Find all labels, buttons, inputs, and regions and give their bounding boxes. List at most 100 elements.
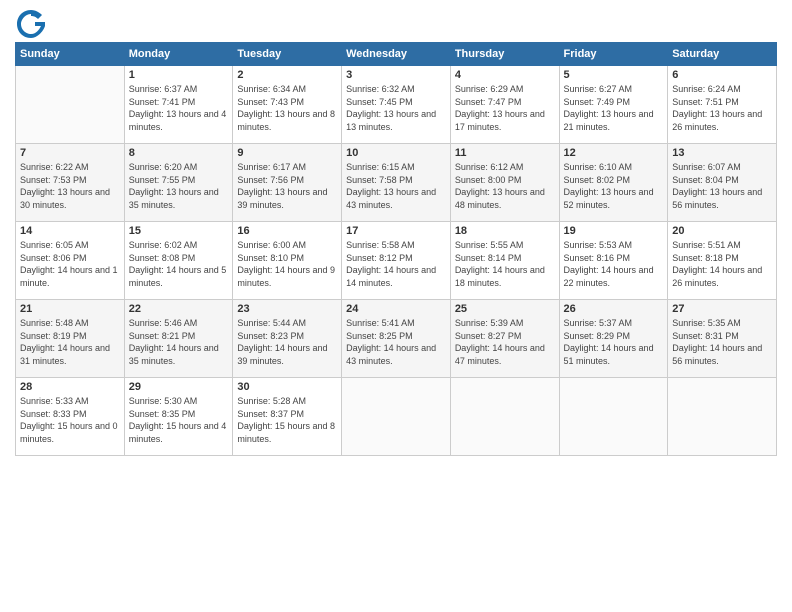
calendar-cell: 19Sunrise: 5:53 AMSunset: 8:16 PMDayligh… xyxy=(559,222,668,300)
day-info: Sunrise: 5:51 AMSunset: 8:18 PMDaylight:… xyxy=(672,239,772,289)
calendar-cell: 7Sunrise: 6:22 AMSunset: 7:53 PMDaylight… xyxy=(16,144,125,222)
day-number: 24 xyxy=(346,303,446,315)
logo-icon xyxy=(17,10,45,38)
calendar-cell: 10Sunrise: 6:15 AMSunset: 7:58 PMDayligh… xyxy=(342,144,451,222)
col-wednesday: Wednesday xyxy=(342,43,451,66)
day-info: Sunrise: 5:46 AMSunset: 8:21 PMDaylight:… xyxy=(129,317,229,367)
day-number: 6 xyxy=(672,69,772,81)
calendar-cell: 24 Sunrise: 5:41 AMSunset: 8:25 PMDayligh… xyxy=(342,300,451,378)
calendar-cell xyxy=(668,378,777,456)
day-number: 22 xyxy=(129,303,229,315)
day-info: Sunrise: 5:48 AMSunset: 8:19 PMDaylight:… xyxy=(20,317,120,367)
col-sunday: Sunday xyxy=(16,43,125,66)
calendar-week-row: 21 Sunrise: 5:48 AMSunset: 8:19 PMDayligh… xyxy=(16,300,777,378)
calendar-cell: 5 Sunrise: 6:27 AMSunset: 7:49 PMDaylight… xyxy=(559,66,668,144)
day-info: Sunrise: 6:17 AMSunset: 7:56 PMDaylight:… xyxy=(237,161,337,211)
day-number: 5 xyxy=(564,69,664,81)
day-info: Sunrise: 6:00 AMSunset: 8:10 PMDaylight:… xyxy=(237,239,337,289)
day-number: 3 xyxy=(346,69,446,81)
calendar-cell xyxy=(450,378,559,456)
calendar-week-row: 28 Sunrise: 5:33 AMSunset: 8:33 PMDayligh… xyxy=(16,378,777,456)
col-saturday: Saturday xyxy=(668,43,777,66)
calendar-cell: 16Sunrise: 6:00 AMSunset: 8:10 PMDayligh… xyxy=(233,222,342,300)
day-number: 25 xyxy=(455,303,555,315)
day-number: 1 xyxy=(129,69,229,81)
day-number: 8 xyxy=(129,147,229,159)
calendar-week-row: 1 Sunrise: 6:37 AMSunset: 7:41 PMDaylight… xyxy=(16,66,777,144)
day-number: 26 xyxy=(564,303,664,315)
calendar-cell: 27 Sunrise: 5:35 AMSunset: 8:31 PMDayligh… xyxy=(668,300,777,378)
day-info: Sunrise: 5:58 AMSunset: 8:12 PMDaylight:… xyxy=(346,239,446,289)
calendar-cell: 1 Sunrise: 6:37 AMSunset: 7:41 PMDaylight… xyxy=(124,66,233,144)
day-number: 4 xyxy=(455,69,555,81)
day-info: Sunrise: 6:29 AMSunset: 7:47 PMDaylight:… xyxy=(455,83,555,133)
col-tuesday: Tuesday xyxy=(233,43,342,66)
calendar-body: 1 Sunrise: 6:37 AMSunset: 7:41 PMDaylight… xyxy=(16,66,777,456)
day-info: Sunrise: 5:33 AMSunset: 8:33 PMDaylight:… xyxy=(20,395,120,445)
day-number: 29 xyxy=(129,381,229,393)
day-info: Sunrise: 6:10 AMSunset: 8:02 PMDaylight:… xyxy=(564,161,664,211)
calendar-cell: 14Sunrise: 6:05 AMSunset: 8:06 PMDayligh… xyxy=(16,222,125,300)
calendar-cell: 4 Sunrise: 6:29 AMSunset: 7:47 PMDaylight… xyxy=(450,66,559,144)
day-number: 11 xyxy=(455,147,555,159)
day-info: Sunrise: 6:34 AMSunset: 7:43 PMDaylight:… xyxy=(237,83,337,133)
day-info: Sunrise: 6:22 AMSunset: 7:53 PMDaylight:… xyxy=(20,161,120,211)
calendar-cell: 8 Sunrise: 6:20 AMSunset: 7:55 PMDaylight… xyxy=(124,144,233,222)
day-info: Sunrise: 5:41 AMSunset: 8:25 PMDaylight:… xyxy=(346,317,446,367)
calendar-cell: 23Sunrise: 5:44 AMSunset: 8:23 PMDayligh… xyxy=(233,300,342,378)
calendar-cell: 15 Sunrise: 6:02 AMSunset: 8:08 PMDayligh… xyxy=(124,222,233,300)
calendar-cell: 26 Sunrise: 5:37 AMSunset: 8:29 PMDayligh… xyxy=(559,300,668,378)
day-info: Sunrise: 5:39 AMSunset: 8:27 PMDaylight:… xyxy=(455,317,555,367)
day-info: Sunrise: 5:55 AMSunset: 8:14 PMDaylight:… xyxy=(455,239,555,289)
day-number: 28 xyxy=(20,381,120,393)
logo xyxy=(15,10,45,38)
day-info: Sunrise: 6:05 AMSunset: 8:06 PMDaylight:… xyxy=(20,239,120,289)
day-info: Sunrise: 5:53 AMSunset: 8:16 PMDaylight:… xyxy=(564,239,664,289)
calendar-cell: 2 Sunrise: 6:34 AMSunset: 7:43 PMDaylight… xyxy=(233,66,342,144)
calendar-cell xyxy=(16,66,125,144)
calendar-cell: 28 Sunrise: 5:33 AMSunset: 8:33 PMDayligh… xyxy=(16,378,125,456)
calendar-cell: 12Sunrise: 6:10 AMSunset: 8:02 PMDayligh… xyxy=(559,144,668,222)
calendar-cell xyxy=(559,378,668,456)
calendar-week-row: 14Sunrise: 6:05 AMSunset: 8:06 PMDayligh… xyxy=(16,222,777,300)
day-info: Sunrise: 5:44 AMSunset: 8:23 PMDaylight:… xyxy=(237,317,337,367)
day-info: Sunrise: 5:35 AMSunset: 8:31 PMDaylight:… xyxy=(672,317,772,367)
day-info: Sunrise: 6:32 AMSunset: 7:45 PMDaylight:… xyxy=(346,83,446,133)
calendar-cell: 30Sunrise: 5:28 AMSunset: 8:37 PMDayligh… xyxy=(233,378,342,456)
calendar-cell: 17 Sunrise: 5:58 AMSunset: 8:12 PMDayligh… xyxy=(342,222,451,300)
day-info: Sunrise: 5:30 AMSunset: 8:35 PMDaylight:… xyxy=(129,395,229,445)
day-number: 18 xyxy=(455,225,555,237)
day-number: 2 xyxy=(237,69,337,81)
calendar-cell: 13 Sunrise: 6:07 AMSunset: 8:04 PMDayligh… xyxy=(668,144,777,222)
day-info: Sunrise: 6:27 AMSunset: 7:49 PMDaylight:… xyxy=(564,83,664,133)
calendar-week-row: 7Sunrise: 6:22 AMSunset: 7:53 PMDaylight… xyxy=(16,144,777,222)
day-number: 10 xyxy=(346,147,446,159)
day-number: 15 xyxy=(129,225,229,237)
calendar-cell: 3 Sunrise: 6:32 AMSunset: 7:45 PMDaylight… xyxy=(342,66,451,144)
day-number: 30 xyxy=(237,381,337,393)
day-number: 13 xyxy=(672,147,772,159)
day-info: Sunrise: 6:12 AMSunset: 8:00 PMDaylight:… xyxy=(455,161,555,211)
calendar-cell: 22 Sunrise: 5:46 AMSunset: 8:21 PMDayligh… xyxy=(124,300,233,378)
calendar-cell: 21 Sunrise: 5:48 AMSunset: 8:19 PMDayligh… xyxy=(16,300,125,378)
calendar-cell: 9 Sunrise: 6:17 AMSunset: 7:56 PMDaylight… xyxy=(233,144,342,222)
day-info: Sunrise: 6:24 AMSunset: 7:51 PMDaylight:… xyxy=(672,83,772,133)
day-number: 9 xyxy=(237,147,337,159)
day-number: 27 xyxy=(672,303,772,315)
col-monday: Monday xyxy=(124,43,233,66)
col-friday: Friday xyxy=(559,43,668,66)
calendar-cell: 25 Sunrise: 5:39 AMSunset: 8:27 PMDayligh… xyxy=(450,300,559,378)
day-number: 21 xyxy=(20,303,120,315)
calendar-cell: 20 Sunrise: 5:51 AMSunset: 8:18 PMDayligh… xyxy=(668,222,777,300)
header xyxy=(15,10,777,38)
day-info: Sunrise: 6:02 AMSunset: 8:08 PMDaylight:… xyxy=(129,239,229,289)
day-number: 17 xyxy=(346,225,446,237)
day-info: Sunrise: 5:37 AMSunset: 8:29 PMDaylight:… xyxy=(564,317,664,367)
day-info: Sunrise: 6:07 AMSunset: 8:04 PMDaylight:… xyxy=(672,161,772,211)
day-info: Sunrise: 6:37 AMSunset: 7:41 PMDaylight:… xyxy=(129,83,229,133)
calendar-cell: 11 Sunrise: 6:12 AMSunset: 8:00 PMDayligh… xyxy=(450,144,559,222)
day-info: Sunrise: 6:20 AMSunset: 7:55 PMDaylight:… xyxy=(129,161,229,211)
calendar-cell: 29 Sunrise: 5:30 AMSunset: 8:35 PMDayligh… xyxy=(124,378,233,456)
day-number: 20 xyxy=(672,225,772,237)
col-thursday: Thursday xyxy=(450,43,559,66)
